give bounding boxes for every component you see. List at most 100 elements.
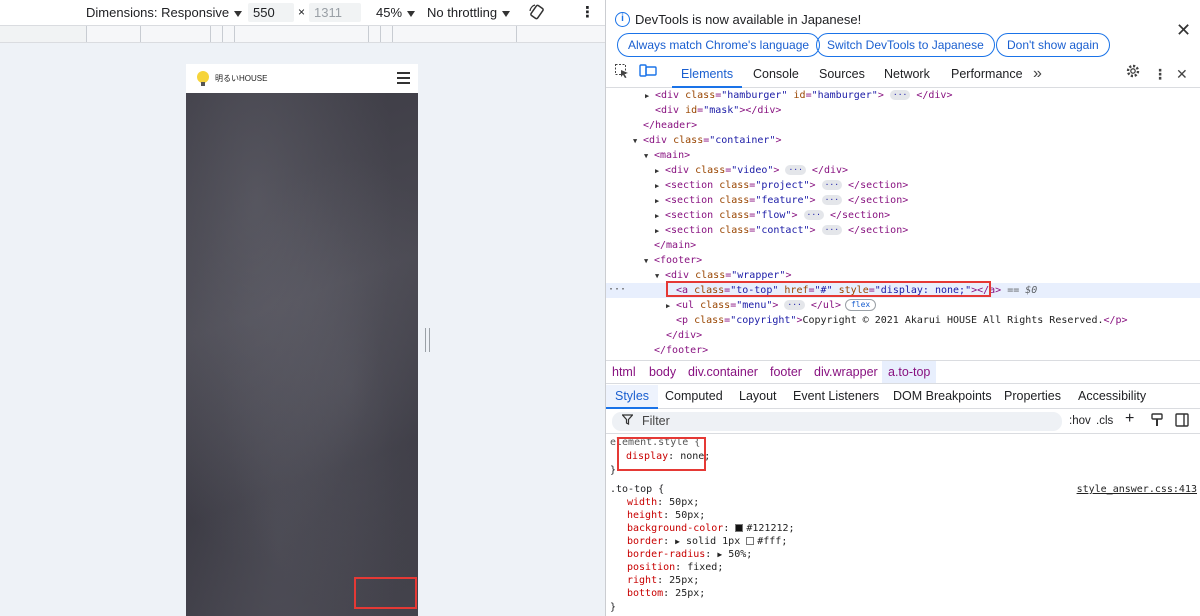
ruler-segment[interactable] (234, 26, 368, 42)
inspect-element-icon[interactable] (614, 62, 630, 88)
dom-node-contact[interactable]: ▶ <section class="contact"> ··· </section… (606, 223, 1200, 238)
node-actions-ellipsis-icon[interactable]: ··· (608, 284, 626, 295)
dom-node-project[interactable]: ▶ <section class="project"> ··· </section… (606, 178, 1200, 193)
collapsed-dots-icon[interactable]: ··· (821, 195, 843, 205)
expand-arrow-icon[interactable]: ▶ (655, 179, 665, 194)
dom-node-wrapper-close[interactable]: </div> (606, 328, 1200, 343)
expand-arrow-icon[interactable]: ▶ (655, 164, 665, 179)
style-prop-border[interactable]: border: ▶ solid 1px #fff; (610, 535, 787, 548)
ruler-segment[interactable] (380, 26, 392, 42)
ruler-segment[interactable] (86, 26, 140, 42)
stylesheet-source-link[interactable]: style_answer.css:413 (1077, 483, 1197, 496)
close-devtools-icon[interactable]: ✕ (1176, 62, 1188, 88)
dom-node-copyright[interactable]: <p class="copyright">Copyright © 2021 Ak… (606, 313, 1200, 328)
breadcrumb-body[interactable]: body (649, 361, 676, 383)
breadcrumb-wrapper[interactable]: div.wrapper (814, 361, 878, 383)
add-rule-icon[interactable]: + (1125, 410, 1134, 427)
ruler-segment[interactable] (516, 26, 605, 42)
collapse-arrow-icon[interactable]: ▼ (644, 254, 654, 269)
hamburger-menu-icon[interactable] (397, 72, 410, 84)
settings-gear-icon[interactable] (1125, 62, 1141, 88)
dom-node-main-close[interactable]: </main> (606, 238, 1200, 253)
dom-node-container[interactable]: ▼ <div class="container"> (606, 133, 1200, 148)
device-viewport[interactable]: 明るいHOUSE (186, 64, 418, 616)
dom-node-flow[interactable]: ▶ <section class="flow"> ··· </section> (606, 208, 1200, 223)
collapsed-dots-icon[interactable]: ··· (803, 210, 824, 220)
dom-node-video[interactable]: ▶ <div class="video"> ··· </div> (606, 163, 1200, 178)
expand-arrow-icon[interactable]: ▶ (655, 194, 665, 209)
dont-show-again-button[interactable]: Don't show again (996, 33, 1110, 57)
collapse-arrow-icon[interactable]: ▼ (644, 149, 654, 164)
tab-accessibility[interactable]: Accessibility (1078, 385, 1146, 409)
tab-console[interactable]: Console (753, 62, 799, 88)
dom-node-hamburger[interactable]: ▶ <div class="hamburger" id="hamburger"> … (606, 88, 1200, 103)
collapse-arrow-icon[interactable]: ▼ (633, 134, 643, 149)
more-options-icon[interactable]: ⋮ (580, 0, 595, 25)
filter-input[interactable]: Filter (612, 412, 1062, 431)
tab-properties[interactable]: Properties (1004, 385, 1061, 409)
paint-brush-icon[interactable] (1150, 413, 1164, 433)
collapsed-dots-icon[interactable]: ··· (889, 90, 911, 100)
hover-state-toggle[interactable]: :hov (1069, 413, 1091, 430)
expand-arrow-icon[interactable]: ▶ (717, 550, 722, 559)
tab-event-listeners[interactable]: Event Listeners (793, 385, 879, 409)
tab-computed[interactable]: Computed (665, 385, 723, 409)
collapsed-dots-icon[interactable]: ··· (784, 300, 805, 310)
collapsed-dots-icon[interactable]: ··· (821, 225, 843, 235)
tab-sources[interactable]: Sources (819, 62, 865, 88)
collapsed-dots-icon[interactable]: ··· (785, 165, 806, 175)
breadcrumb-to-top[interactable]: a.to-top (882, 361, 937, 383)
style-prop-bottom[interactable]: bottom: 25px; (610, 587, 705, 600)
tab-layout[interactable]: Layout (739, 385, 777, 409)
dimensions-dropdown[interactable]: Dimensions: Responsive (86, 0, 243, 25)
height-input[interactable]: 1311 (309, 3, 361, 22)
collapse-arrow-icon[interactable]: ▼ (655, 269, 665, 284)
close-icon[interactable]: ✕ (1176, 20, 1191, 41)
ruler-segment[interactable] (222, 26, 234, 42)
expand-arrow-icon[interactable]: ▶ (645, 89, 655, 104)
style-prop-border-radius[interactable]: border-radius: ▶ 50%; (610, 548, 752, 561)
style-prop-position[interactable]: position: fixed; (610, 561, 723, 574)
dom-node-header-close[interactable]: </header> (606, 118, 1200, 133)
zoom-dropdown[interactable]: 45% (376, 0, 416, 25)
width-input[interactable]: 550 (248, 3, 294, 22)
dom-node-main[interactable]: ▼ <main> (606, 148, 1200, 163)
ruler-segment[interactable] (210, 26, 222, 42)
tab-styles[interactable]: Styles (606, 385, 659, 409)
class-toggle[interactable]: .cls (1096, 413, 1113, 430)
expand-arrow-icon[interactable]: ▶ (655, 209, 665, 224)
breadcrumb-footer[interactable]: footer (770, 361, 802, 383)
switch-to-japanese-button[interactable]: Switch DevTools to Japanese (816, 33, 995, 57)
ruler-segment[interactable] (140, 26, 210, 42)
tab-performance[interactable]: Performance (951, 62, 1023, 88)
breadcrumb-html[interactable]: html (612, 361, 636, 383)
expand-arrow-icon[interactable]: ▶ (655, 224, 665, 239)
throttling-dropdown[interactable]: No throttling (427, 0, 511, 25)
resize-handle[interactable] (425, 328, 430, 352)
dom-node-footer[interactable]: ▼ <footer> (606, 253, 1200, 268)
style-prop-width[interactable]: width: 50px; (610, 496, 699, 509)
device-toggle-icon[interactable] (639, 62, 657, 88)
style-prop-right[interactable]: right: 25px; (610, 574, 699, 587)
dom-node-footer-close[interactable]: </footer> (606, 343, 1200, 358)
tab-elements[interactable]: Elements (672, 62, 743, 88)
color-swatch-icon[interactable] (746, 537, 755, 545)
ruler-segment[interactable] (368, 26, 380, 42)
more-tabs-icon[interactable]: » (1033, 62, 1042, 88)
always-match-language-button[interactable]: Always match Chrome's language (617, 33, 821, 57)
color-swatch-icon[interactable] (735, 524, 744, 532)
style-prop-background-color[interactable]: background-color: #121212; (610, 522, 795, 535)
sidebar-toggle-icon[interactable] (1175, 413, 1189, 433)
flex-badge[interactable]: flex (844, 299, 877, 311)
tab-network[interactable]: Network (884, 62, 930, 88)
style-prop-height[interactable]: height: 50px; (610, 509, 705, 522)
more-options-icon[interactable]: ⋮ (1153, 62, 1167, 88)
rotate-icon[interactable] (528, 3, 546, 22)
tab-dom-breakpoints[interactable]: DOM Breakpoints (893, 385, 992, 409)
dom-node-mask[interactable]: <div id="mask"></div> (606, 103, 1200, 118)
dom-node-feature[interactable]: ▶ <section class="feature"> ··· </section… (606, 193, 1200, 208)
expand-arrow-icon[interactable]: ▶ (666, 299, 676, 314)
breadcrumb-container[interactable]: div.container (688, 361, 758, 383)
dom-node-menu[interactable]: ▶ <ul class="menu"> ··· </ul> flex (606, 298, 1200, 313)
ruler-segment[interactable] (392, 26, 516, 42)
